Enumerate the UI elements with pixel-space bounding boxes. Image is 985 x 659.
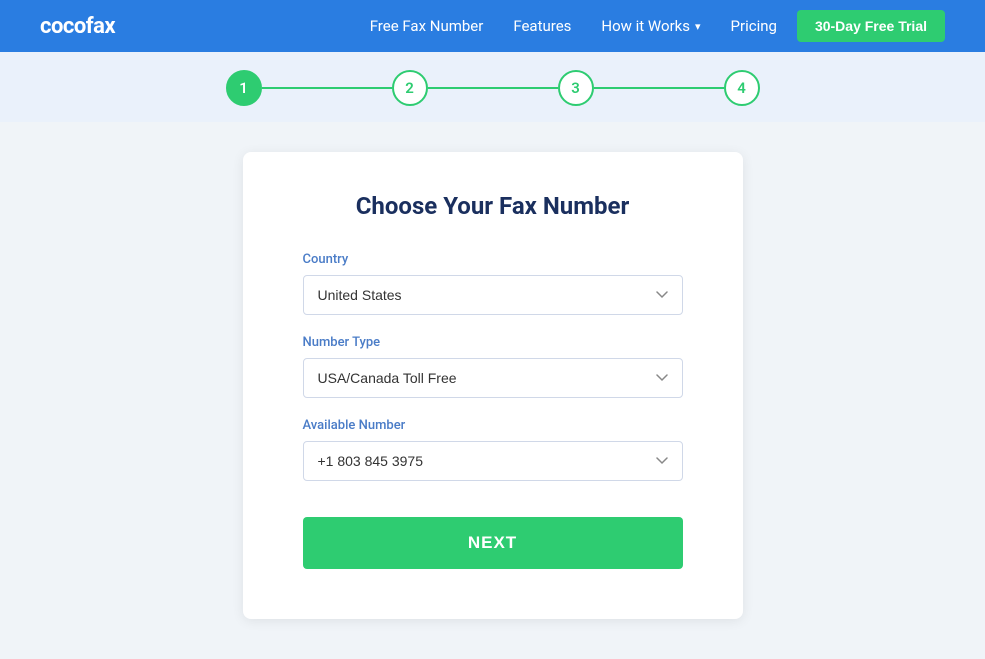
chevron-down-icon: ▾ (695, 20, 701, 33)
nav-features[interactable]: Features (513, 17, 571, 35)
available-number-label: Available Number (303, 418, 683, 433)
step-4: 4 (724, 70, 760, 106)
form-title: Choose Your Fax Number (303, 192, 683, 220)
next-button[interactable]: NEXT (303, 517, 683, 569)
nav-how-it-works[interactable]: How it Works ▾ (601, 17, 700, 35)
country-label: Country (303, 252, 683, 267)
number-type-group: Number Type USA/Canada Toll Free Local (303, 335, 683, 398)
country-group: Country United States Canada United King… (303, 252, 683, 315)
step-2: 2 (392, 70, 428, 106)
header: cocofax Free Fax Number Features How it … (0, 0, 985, 52)
logo: cocofax (40, 14, 115, 39)
step-line-1 (262, 87, 392, 89)
step-line-2 (428, 87, 558, 89)
country-select[interactable]: United States Canada United Kingdom Aust… (303, 275, 683, 315)
available-number-group: Available Number +1 803 845 3975 +1 803 … (303, 418, 683, 481)
trial-button[interactable]: 30-Day Free Trial (797, 10, 945, 42)
form-card: Choose Your Fax Number Country United St… (243, 152, 743, 619)
available-number-select[interactable]: +1 803 845 3975 +1 803 845 3976 +1 803 8… (303, 441, 683, 481)
stepper: 1 2 3 4 (226, 70, 760, 106)
step-line-3 (594, 87, 724, 89)
nav: Free Fax Number Features How it Works ▾ … (370, 17, 777, 35)
nav-pricing[interactable]: Pricing (731, 17, 777, 35)
main-content: Choose Your Fax Number Country United St… (0, 122, 985, 659)
stepper-bar: 1 2 3 4 (0, 52, 985, 122)
step-1: 1 (226, 70, 262, 106)
number-type-label: Number Type (303, 335, 683, 350)
nav-free-fax-number[interactable]: Free Fax Number (370, 17, 484, 35)
step-3: 3 (558, 70, 594, 106)
number-type-select[interactable]: USA/Canada Toll Free Local (303, 358, 683, 398)
